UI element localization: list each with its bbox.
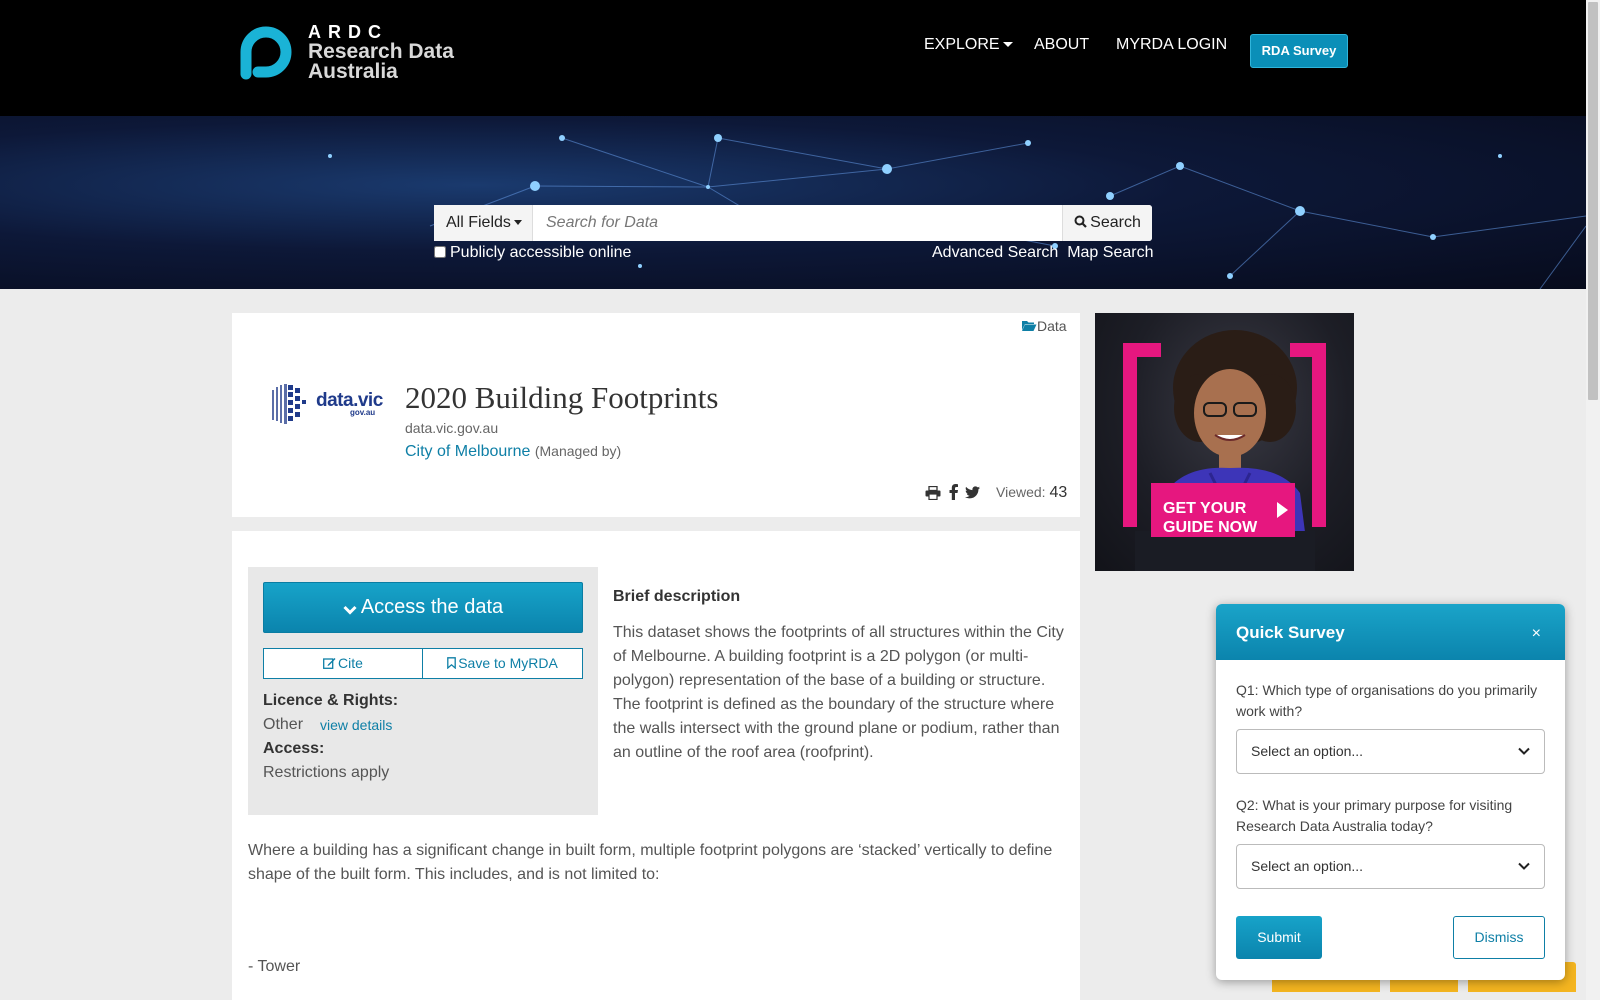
chevron-down-icon [1518, 862, 1530, 870]
facebook-icon[interactable] [949, 484, 958, 500]
page-scrollbar[interactable] [1586, 0, 1600, 1000]
search-input[interactable] [534, 205, 1054, 241]
rda-logo-icon [240, 26, 292, 80]
chevron-down-icon [343, 605, 357, 615]
survey-question-1: Q1: Which type of organisations do you p… [1236, 682, 1538, 719]
view-details-link[interactable]: view details [320, 717, 392, 733]
nav-explore[interactable]: EXPLORE [924, 36, 1013, 54]
survey-question-2: Q2: What is your primary purpose for vis… [1236, 797, 1513, 834]
survey-title: Quick Survey [1236, 623, 1345, 642]
brief-description-heading: Brief description [613, 588, 741, 605]
nav-myrda-login[interactable]: MYRDA LOGIN [1116, 36, 1227, 54]
survey-q1-select[interactable]: Select an option... [1236, 729, 1545, 774]
hero-banner [0, 116, 1586, 289]
description-list-item: - Tower [248, 958, 301, 975]
view-count-label: Viewed: [996, 484, 1046, 500]
access-label: Access: [263, 740, 325, 757]
nav-explore-label: EXPLORE [924, 36, 1000, 53]
map-search-link[interactable]: Map Search [1067, 244, 1153, 261]
nav-about[interactable]: ABOUT [1034, 36, 1089, 54]
view-count: Viewed: 43 [996, 484, 1067, 502]
top-navbar: ARDC Research Data Australia EXPLORE ABO… [0, 0, 1586, 116]
cite-label: Cite [338, 655, 363, 671]
close-icon[interactable]: × [1532, 625, 1541, 643]
public-access-label: Publicly accessible online [450, 244, 632, 261]
print-icon[interactable] [925, 486, 941, 500]
advanced-search-link[interactable]: Advanced Search [932, 244, 1058, 261]
guide-advertisement[interactable]: GET YOUR GUIDE NOW [1095, 313, 1354, 571]
quick-survey-dialog: Quick Survey × Q1: Which type of organis… [1216, 604, 1565, 980]
ad-headline-line2: GUIDE NOW [1163, 519, 1258, 536]
brief-description-text: This dataset shows the footprints of all… [613, 624, 1064, 761]
scrollbar-thumb[interactable] [1588, 2, 1598, 400]
logo-title-line2: Australia [308, 60, 398, 83]
search-button[interactable]: Search [1062, 205, 1152, 241]
record-manager: City of Melbourne (Managed by) [405, 443, 621, 461]
access-data-label: Access the data [360, 596, 504, 618]
record-title: 2020 Building Footprints [405, 380, 719, 415]
ad-headline-line1: GET YOUR [1163, 500, 1247, 517]
caret-down-icon [513, 220, 522, 226]
twitter-icon[interactable] [965, 486, 980, 499]
licence-label: Licence & Rights: [263, 692, 399, 709]
record-type-tag: Data [1021, 318, 1067, 334]
view-count-value: 43 [1049, 484, 1068, 501]
survey-q2-select-value: Select an option... [1251, 858, 1364, 874]
public-access-checkbox[interactable] [434, 246, 446, 258]
description-continued: Where a building has a significant chang… [248, 842, 1053, 883]
survey-q2-select[interactable]: Select an option... [1236, 844, 1545, 889]
access-data-button[interactable]: Access the data [263, 582, 583, 633]
manager-link[interactable]: City of Melbourne [405, 443, 530, 460]
cite-button[interactable]: Cite [263, 648, 423, 679]
licence-value: Other [263, 716, 304, 733]
search-icon [1074, 215, 1087, 228]
share-icons [925, 484, 985, 502]
bookmark-icon [447, 657, 457, 670]
search-bar: All Fields Search [434, 205, 1152, 241]
access-value: Restrictions apply [263, 764, 390, 781]
manager-role: (Managed by) [534, 443, 622, 459]
public-access-filter: Publicly accessible online [434, 244, 631, 262]
survey-submit-button[interactable]: Submit [1236, 916, 1322, 959]
survey-q1-select-value: Select an option... [1251, 743, 1364, 759]
search-fields-label: All Fields [446, 214, 511, 231]
search-button-label: Search [1090, 214, 1141, 231]
folder-open-icon [1022, 321, 1037, 331]
record-source: data.vic.gov.au [405, 420, 499, 436]
rda-logo[interactable]: ARDC Research Data Australia [236, 22, 466, 83]
network-background [328, 134, 1586, 289]
rda-survey-button[interactable]: RDA Survey [1250, 34, 1348, 68]
edit-icon [323, 658, 336, 669]
survey-header: Quick Survey × [1216, 604, 1565, 660]
chevron-down-icon [1518, 747, 1530, 755]
survey-dismiss-button[interactable]: Dismiss [1453, 916, 1545, 959]
caret-down-icon [1002, 42, 1013, 48]
search-links: Advanced Search Map Search [932, 244, 1153, 262]
organisation-logo: data.vic gov.au [272, 382, 383, 426]
save-label: Save to MyRDA [458, 655, 558, 671]
save-to-myrda-button[interactable]: Save to MyRDA [423, 648, 583, 679]
search-fields-dropdown[interactable]: All Fields [434, 205, 533, 241]
org-logo-subtext: gov.au [350, 408, 376, 417]
record-type-label: Data [1037, 318, 1067, 334]
